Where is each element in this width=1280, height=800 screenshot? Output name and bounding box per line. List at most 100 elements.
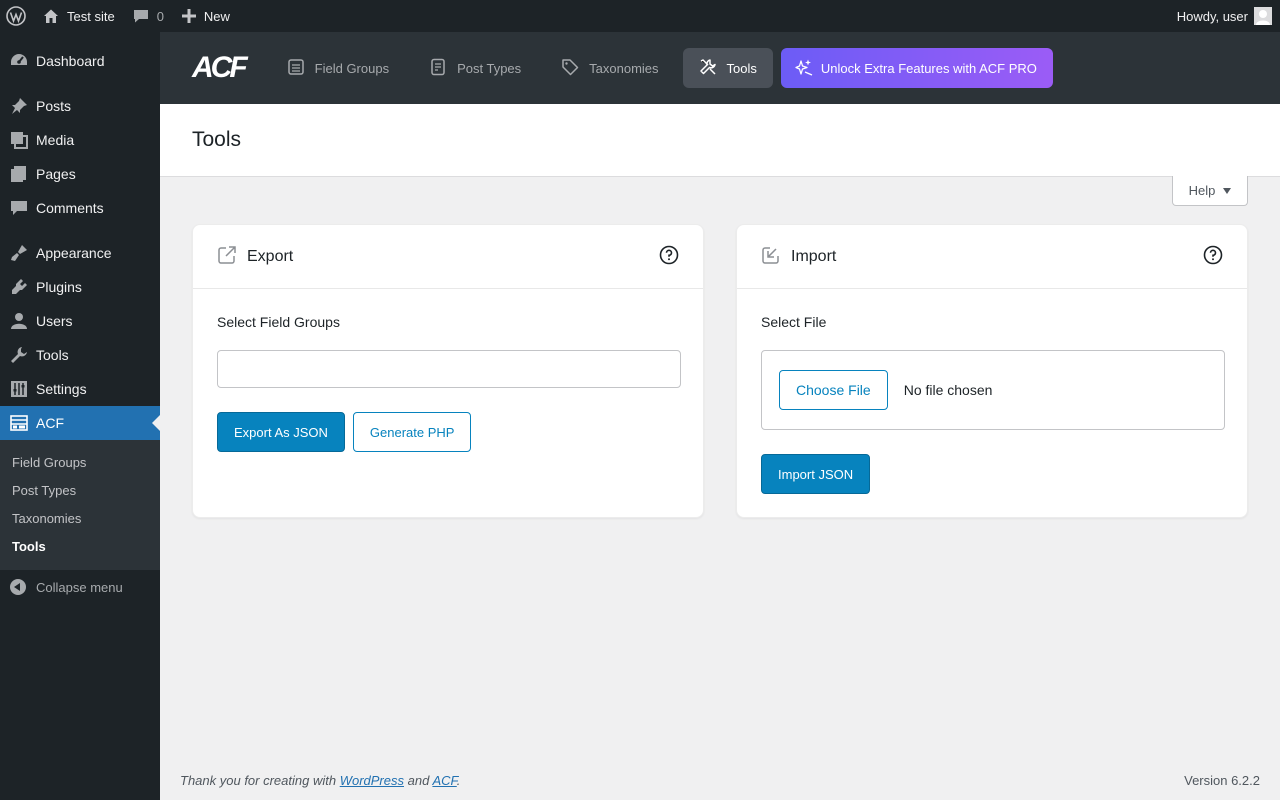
import-json-button[interactable]: Import JSON bbox=[761, 454, 871, 494]
settings-icon bbox=[10, 380, 28, 398]
tag-icon bbox=[561, 58, 589, 79]
tab-label: Field Groups bbox=[314, 60, 390, 76]
acf-logo[interactable]: ACF bbox=[192, 51, 248, 85]
wordpress-logo-icon[interactable] bbox=[0, 0, 35, 32]
submenu-item-post-types[interactable]: Post Types bbox=[0, 476, 160, 504]
import-title: Import bbox=[791, 247, 837, 265]
acf-link[interactable]: ACF bbox=[432, 773, 456, 788]
pages-icon bbox=[10, 165, 28, 183]
pro-label: Unlock Extra Features with ACF PRO bbox=[820, 60, 1037, 76]
greeting-text: Howdy, user bbox=[1176, 8, 1248, 24]
export-title: Export bbox=[247, 247, 294, 265]
post-types-icon bbox=[429, 58, 457, 79]
sidebar-item-pages[interactable]: Pages bbox=[0, 157, 160, 191]
tab-label: Taxonomies bbox=[589, 60, 659, 76]
sidebar-item-label: Settings bbox=[36, 381, 87, 397]
select-file-label: Select File bbox=[761, 314, 827, 330]
sidebar-item-settings[interactable]: Settings bbox=[0, 372, 160, 406]
version-text: Version 6.2.2 bbox=[1184, 772, 1260, 788]
footer-thanks-prefix: Thank you for creating with bbox=[180, 772, 340, 788]
sidebar-item-appearance[interactable]: Appearance bbox=[0, 236, 160, 270]
user-icon bbox=[10, 312, 28, 330]
export-card-header: Export bbox=[193, 225, 703, 289]
comment-bubble-icon bbox=[133, 8, 149, 24]
page-title-bar: Tools bbox=[160, 104, 1280, 177]
sidebar-item-label: Dashboard bbox=[36, 53, 105, 69]
sidebar-item-label: Tools bbox=[36, 347, 69, 363]
footer: Thank you for creating with WordPress an… bbox=[160, 768, 1280, 792]
tab-tools[interactable]: Tools bbox=[682, 48, 773, 88]
submenu-item-field-groups[interactable]: Field Groups bbox=[0, 448, 160, 476]
footer-thanks: Thank you for creating with WordPress an… bbox=[180, 773, 460, 788]
no-file-text: No file chosen bbox=[903, 382, 993, 398]
sidebar-item-label: Appearance bbox=[36, 245, 112, 261]
avatar bbox=[1254, 7, 1272, 25]
pin-icon bbox=[10, 97, 28, 115]
unlock-pro-button[interactable]: Unlock Extra Features with ACF PRO bbox=[780, 48, 1053, 88]
wordpress-link[interactable]: WordPress bbox=[340, 773, 404, 788]
tab-taxonomies[interactable]: Taxonomies bbox=[545, 48, 674, 88]
choose-file-button[interactable]: Choose File bbox=[779, 370, 888, 410]
collapse-menu-button[interactable]: Collapse menu bbox=[0, 570, 160, 604]
sidebar-item-dashboard[interactable]: Dashboard bbox=[0, 44, 160, 78]
sparkle-icon bbox=[795, 58, 821, 79]
comments-count: 0 bbox=[156, 8, 164, 24]
submenu-item-taxonomies[interactable]: Taxonomies bbox=[0, 504, 160, 532]
sidebar-item-label: Users bbox=[36, 313, 73, 329]
tab-post-types[interactable]: Post Types bbox=[413, 48, 537, 88]
import-icon bbox=[761, 245, 781, 268]
caret-down-icon bbox=[1223, 187, 1232, 194]
tab-field-groups[interactable]: Field Groups bbox=[271, 48, 405, 88]
collapse-arrow-icon bbox=[10, 579, 26, 595]
sidebar-item-acf[interactable]: ACF bbox=[0, 406, 160, 440]
tools-icon bbox=[699, 58, 727, 79]
export-card-body: Select Field Groups Export As JSON Gener… bbox=[193, 289, 703, 476]
plugin-icon bbox=[10, 278, 28, 296]
sidebar-item-posts[interactable]: Posts bbox=[0, 89, 160, 123]
sidebar-item-label: ACF bbox=[36, 415, 64, 431]
export-json-button[interactable]: Export As JSON bbox=[217, 412, 345, 452]
help-button[interactable]: Help bbox=[1172, 176, 1248, 206]
select-field-groups-label: Select Field Groups bbox=[217, 314, 340, 330]
tab-label: Tools bbox=[726, 60, 757, 76]
help-circle-icon[interactable] bbox=[1203, 245, 1223, 268]
dashboard-icon bbox=[10, 52, 28, 70]
footer-and: and bbox=[404, 772, 433, 788]
sidebar-item-label: Posts bbox=[36, 98, 72, 114]
sidebar-item-label: Comments bbox=[36, 200, 104, 216]
comments-link[interactable]: 0 bbox=[123, 0, 172, 32]
comment-icon bbox=[10, 199, 28, 217]
site-name-link[interactable]: Test site bbox=[35, 0, 123, 32]
acf-icon bbox=[10, 414, 28, 432]
import-card-header: Import bbox=[737, 225, 1247, 289]
admin-sidebar: Dashboard Posts Media Pages Comments App… bbox=[0, 32, 160, 800]
sidebar-item-users[interactable]: Users bbox=[0, 304, 160, 338]
admin-bar: Test site 0 New Howdy, user bbox=[0, 0, 1280, 32]
sidebar-item-label: Media bbox=[36, 132, 75, 148]
field-groups-select[interactable] bbox=[217, 350, 681, 388]
field-groups-icon bbox=[287, 58, 315, 79]
submenu-item-tools[interactable]: Tools bbox=[0, 532, 160, 560]
export-icon bbox=[217, 245, 237, 268]
home-icon bbox=[43, 8, 59, 24]
help-label: Help bbox=[1188, 183, 1216, 198]
sidebar-item-comments[interactable]: Comments bbox=[0, 191, 160, 225]
export-card: Export Select Field Groups Export As JSO… bbox=[192, 224, 704, 518]
import-card-body: Select File Choose File No file chosen I… bbox=[737, 289, 1247, 518]
sidebar-item-plugins[interactable]: Plugins bbox=[0, 270, 160, 304]
new-content-link[interactable]: New bbox=[172, 0, 238, 32]
acf-submenu: Field Groups Post Types Taxonomies Tools bbox=[0, 440, 160, 570]
collapse-label: Collapse menu bbox=[36, 579, 123, 595]
page-title: Tools bbox=[192, 128, 242, 151]
plus-icon bbox=[181, 9, 196, 23]
generate-php-button[interactable]: Generate PHP bbox=[352, 412, 472, 452]
sidebar-item-media[interactable]: Media bbox=[0, 123, 160, 157]
my-account-link[interactable]: Howdy, user bbox=[1169, 0, 1280, 32]
help-circle-icon[interactable] bbox=[659, 245, 679, 268]
media-icon bbox=[10, 131, 28, 149]
brush-icon bbox=[10, 244, 28, 262]
sidebar-item-tools[interactable]: Tools bbox=[0, 338, 160, 372]
new-label: New bbox=[203, 8, 230, 24]
acf-header: ACF Field Groups Post Types Taxonomies T… bbox=[160, 32, 1280, 104]
sidebar-item-label: Plugins bbox=[36, 279, 82, 295]
